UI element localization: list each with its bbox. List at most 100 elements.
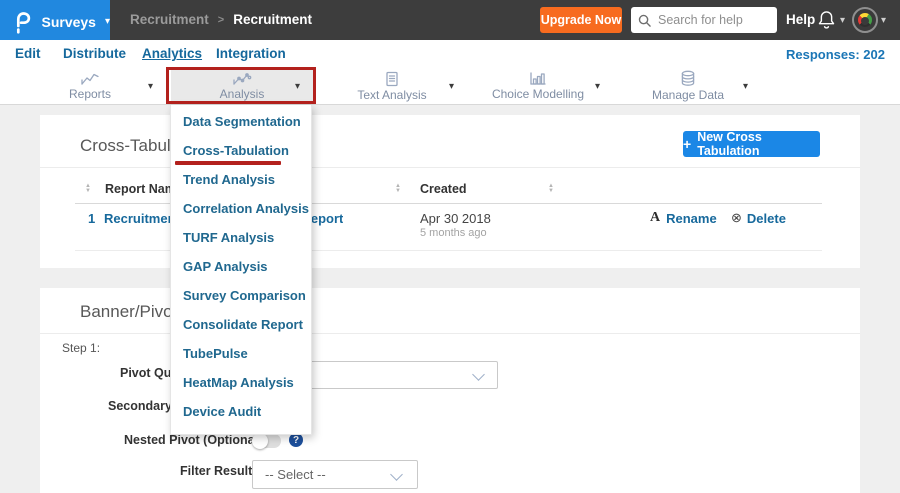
menu-item-label: Trend Analysis <box>183 172 275 187</box>
line-chart-icon <box>81 73 99 85</box>
menu-item-label: Consolidate Report <box>183 317 303 332</box>
menu-item-survey-comparison[interactable]: Survey Comparison <box>171 281 311 310</box>
text-analysis-caret-icon[interactable]: ▾ <box>449 81 454 92</box>
top-navbar: Recruitment > Recruitment Upgrade Now He… <box>0 0 900 40</box>
menu-item-cross-tabulation[interactable]: Cross-Tabulation <box>171 136 311 165</box>
menu-item-label: TubePulse <box>183 346 248 361</box>
questionpro-logo-icon <box>16 11 31 34</box>
banner-pivot-panel: Banner/Pivot Table Step 1: Pivot Questio… <box>40 288 860 493</box>
new-cross-tabulation-label: New Cross Tabulation <box>697 130 762 158</box>
help-icon[interactable]: ? <box>289 433 303 447</box>
tab-analytics[interactable]: Analytics <box>142 46 202 61</box>
menu-item-correlation-analysis[interactable]: Correlation Analysis <box>171 194 311 223</box>
choice-modelling-caret-icon[interactable]: ▾ <box>595 81 600 92</box>
search-input[interactable] <box>656 12 770 28</box>
sort-icon[interactable]: ▲ ▼ <box>395 183 401 194</box>
analytics-toolbar: Reports ▾ Analysis ▾ Text Analysis ▾ Cho… <box>0 68 900 105</box>
nested-pivot-toggle[interactable] <box>252 433 281 449</box>
notifications-bell-icon[interactable] <box>817 9 836 30</box>
rename-action[interactable]: A Rename <box>650 210 717 226</box>
filter-result-value: -- Select -- <box>265 467 326 482</box>
menu-item-label: HeatMap Analysis <box>183 375 294 390</box>
new-cross-tabulation-button[interactable]: + New Cross Tabulation <box>683 130 820 158</box>
toolbar-item-manage-data[interactable]: Manage Data <box>618 68 758 104</box>
chevron-down-icon <box>390 468 403 481</box>
menu-item-heatmap-analysis[interactable]: HeatMap Analysis <box>171 368 311 397</box>
created-relative: 5 months ago <box>420 227 487 239</box>
menu-item-turf-analysis[interactable]: TURF Analysis <box>171 223 311 252</box>
product-label: Surveys <box>41 13 96 30</box>
surveys-caret-icon: ▾ <box>104 15 110 27</box>
sort-down-icon: ▼ <box>85 187 91 194</box>
menu-item-label: Cross-Tabulation <box>183 143 289 158</box>
toggle-knob <box>252 433 268 449</box>
created-date: Apr 30 2018 <box>420 211 491 226</box>
scatter-chart-icon <box>233 73 252 85</box>
survey-subnav: Edit Distribute Analytics Integration Re… <box>0 40 900 68</box>
breadcrumb-separator-icon: > <box>217 13 225 26</box>
menu-item-label: Survey Comparison <box>183 288 306 303</box>
breadcrumb-parent[interactable]: Recruitment <box>130 12 209 27</box>
menu-item-data-segmentation[interactable]: Data Segmentation <box>171 107 311 136</box>
responses-count[interactable]: Responses: 202 <box>786 47 885 62</box>
analysis-caret-icon[interactable]: ▾ <box>295 81 300 92</box>
avatar-gauge-icon <box>858 13 872 27</box>
menu-item-label: Correlation Analysis <box>183 201 309 216</box>
toolbar-item-label: Manage Data <box>651 88 725 102</box>
toolbar-item-label: Reports <box>68 87 112 101</box>
reports-caret-icon[interactable]: ▾ <box>148 81 153 92</box>
menu-item-trend-analysis[interactable]: Trend Analysis <box>171 165 311 194</box>
toolbar-item-choice-modelling[interactable]: Choice Modelling <box>468 68 608 104</box>
tab-distribute[interactable]: Distribute <box>63 46 126 61</box>
delete-icon: ⊗ <box>731 210 742 225</box>
menu-item-gap-analysis[interactable]: GAP Analysis <box>171 252 311 281</box>
avatar[interactable] <box>852 7 878 33</box>
app-window: Recruitment > Recruitment Upgrade Now He… <box>0 0 900 493</box>
sort-down-icon: ▼ <box>548 187 554 194</box>
toolbar-item-analysis[interactable]: Analysis <box>171 68 313 104</box>
menu-item-device-audit[interactable]: Device Audit <box>171 397 311 426</box>
breadcrumb-current: Recruitment <box>233 12 312 27</box>
help-search-box <box>631 7 777 33</box>
menu-item-label: GAP Analysis <box>183 259 268 274</box>
help-link[interactable]: Help <box>786 12 815 27</box>
menu-item-label: TURF Analysis <box>183 230 275 245</box>
rename-label: Rename <box>666 210 717 226</box>
sort-down-icon: ▼ <box>395 187 401 194</box>
rename-icon: A <box>650 210 661 225</box>
column-header-created[interactable]: Created <box>420 182 467 196</box>
toolbar-item-label: Choice Modelling <box>491 87 585 101</box>
database-icon <box>681 70 695 86</box>
manage-data-caret-icon[interactable]: ▾ <box>743 81 748 92</box>
chevron-down-icon <box>472 368 485 381</box>
toolbar-item-reports[interactable]: Reports <box>20 68 160 104</box>
delete-label: Delete <box>746 210 786 226</box>
sort-icon[interactable]: ▲ ▼ <box>85 183 91 194</box>
help-glyph: ? <box>292 434 300 446</box>
plus-icon: + <box>683 136 692 152</box>
upgrade-now-button[interactable]: Upgrade Now <box>540 7 622 33</box>
filter-result-label: Filter Result <box>180 464 253 478</box>
tab-edit[interactable]: Edit <box>15 46 41 61</box>
sort-icon[interactable]: ▲ ▼ <box>548 183 554 194</box>
delete-action[interactable]: ⊗ Delete <box>731 210 786 226</box>
menu-item-tubepulse[interactable]: TubePulse <box>171 339 311 368</box>
menu-item-label: Data Segmentation <box>183 114 301 129</box>
tab-integration[interactable]: Integration <box>216 46 286 61</box>
step-label: Step 1: <box>62 341 101 355</box>
cross-tabulation-panel: Cross-Tabulation Report + New Cross Tabu… <box>40 115 860 268</box>
avatar-caret-icon[interactable]: ▾ <box>881 16 886 26</box>
toolbar-item-label: Analysis <box>219 87 265 101</box>
filter-result-select[interactable]: -- Select -- <box>252 460 418 489</box>
menu-item-consolidate-report[interactable]: Consolidate Report <box>171 310 311 339</box>
toolbar-item-label: Text Analysis <box>357 87 427 102</box>
menu-item-label: Device Audit <box>183 404 262 419</box>
document-icon <box>386 71 398 86</box>
surveys-product-switcher[interactable]: Surveys ▾ <box>0 0 110 43</box>
analysis-dropdown-menu: Data Segmentation Cross-Tabulation Trend… <box>170 105 312 435</box>
bell-caret-icon[interactable]: ▾ <box>840 16 845 26</box>
nested-pivot-label: Nested Pivot (Optional) <box>124 433 263 447</box>
row-index: 1 <box>88 211 96 226</box>
toolbar-item-text-analysis[interactable]: Text Analysis <box>322 68 462 104</box>
bar-chart-icon <box>530 72 546 85</box>
